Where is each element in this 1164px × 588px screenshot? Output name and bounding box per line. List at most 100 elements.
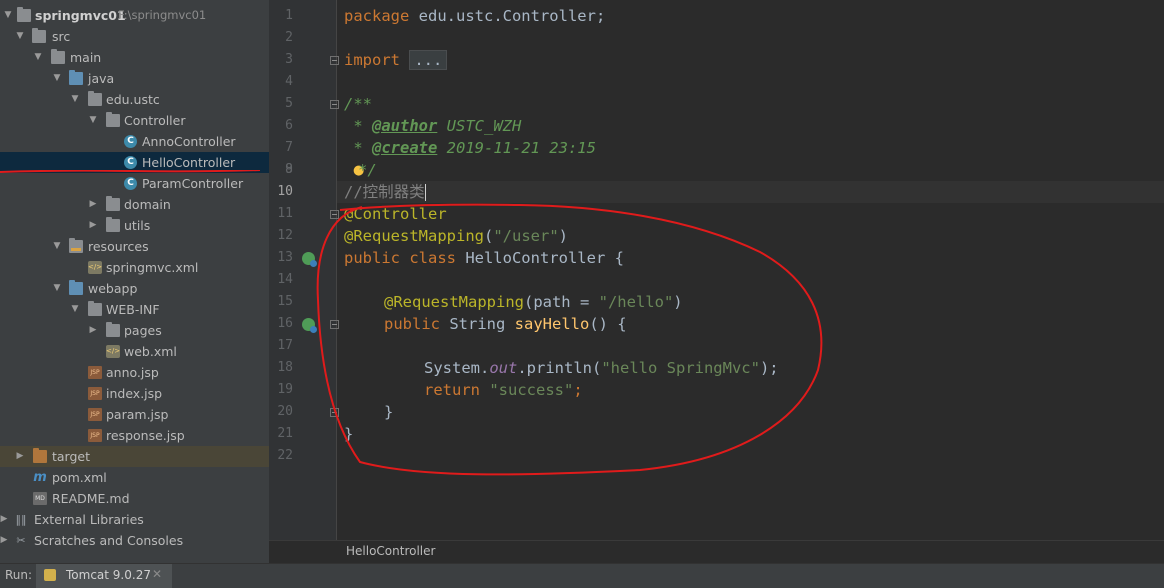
line-number-9: 9	[285, 162, 293, 177]
web-folder-icon	[69, 280, 83, 295]
line-number: 13	[277, 250, 293, 265]
tree-item-external-libraries[interactable]: ▶ ‖‖ External Libraries	[0, 509, 269, 530]
folded-imports[interactable]: ...	[409, 50, 448, 70]
line-number: 2	[285, 30, 293, 45]
class-icon: C	[124, 177, 137, 190]
chevron-right-icon[interactable]: ▶	[88, 194, 98, 215]
tree-item-scratches[interactable]: ▶ ✂ Scratches and Consoles	[0, 530, 269, 551]
tree-item-response-jsp[interactable]: JSP response.jsp	[0, 425, 269, 446]
chevron-down-icon[interactable]: ▼	[52, 236, 62, 257]
breadcrumb: HelloController	[269, 540, 1164, 564]
code-line-19: return "success";	[424, 381, 583, 399]
tree-item-webapp[interactable]: ▼ webapp	[0, 278, 269, 299]
tree-item-anno-controller[interactable]: C AnnoController	[0, 131, 269, 152]
code-line-10: //控制器类	[344, 183, 426, 201]
code-line-18: System.out.println("hello SpringMvc");	[424, 359, 779, 377]
tree-item-param-controller[interactable]: C ParamController	[0, 173, 269, 194]
chevron-right-icon[interactable]: ▶	[88, 215, 98, 236]
run-tool-bar: Run: Tomcat 9.0.27 ✕	[0, 563, 1164, 588]
folder-icon	[106, 322, 120, 337]
tree-item-readme[interactable]: MD README.md	[0, 488, 269, 509]
code-line-6: /**	[344, 95, 372, 113]
chevron-right-icon[interactable]: ▶	[0, 509, 9, 530]
project-tree[interactable]: ▼ springmvc01 F:\springmvc01 ▼ src ▼ mai…	[0, 0, 269, 563]
line-number: 12	[277, 228, 293, 243]
line-number: 20	[277, 404, 293, 419]
tomcat-icon	[44, 569, 56, 581]
run-tab-label: Tomcat 9.0.27	[66, 568, 151, 582]
spring-bean-icon[interactable]	[302, 252, 317, 267]
code-line-21: }	[344, 425, 354, 443]
package-icon	[106, 217, 120, 232]
chevron-right-icon[interactable]: ▶	[15, 446, 25, 467]
tree-item-src[interactable]: ▼ src	[0, 26, 269, 47]
project-name: springmvc01	[35, 8, 126, 23]
tree-item-anno-jsp[interactable]: JSP anno.jsp	[0, 362, 269, 383]
chevron-down-icon[interactable]: ▼	[70, 299, 80, 320]
code-line-7: * @author USTC_WZH	[344, 117, 522, 135]
tree-item-main[interactable]: ▼ main	[0, 47, 269, 68]
run-tab-tomcat[interactable]: Tomcat 9.0.27 ✕	[36, 564, 172, 588]
request-mapping-icon[interactable]	[302, 318, 317, 333]
jsp-file-icon: JSP	[88, 408, 102, 421]
tree-item-resources[interactable]: ▼ resources	[0, 236, 269, 257]
line-number: 5	[285, 96, 293, 111]
tree-item-java[interactable]: ▼ java	[0, 68, 269, 89]
line-number: 22	[277, 448, 293, 463]
folder-icon	[51, 49, 65, 64]
line-number: 1	[285, 8, 293, 23]
chevron-down-icon[interactable]: ▼	[52, 68, 62, 89]
tree-item-domain[interactable]: ▶ domain	[0, 194, 269, 215]
code-editor[interactable]: package edu.ustc.Controller; import ... …	[344, 0, 1164, 540]
fold-toggle-icon[interactable]	[330, 100, 339, 109]
fold-toggle-icon[interactable]	[330, 320, 339, 329]
line-number: 15	[277, 294, 293, 309]
tree-item-edu-ustc[interactable]: ▼ edu.ustc	[0, 89, 269, 110]
tree-item-target[interactable]: ▶ target	[0, 446, 269, 467]
line-number: 11	[277, 206, 293, 221]
excluded-folder-icon	[33, 448, 47, 463]
tree-item-pages[interactable]: ▶ pages	[0, 320, 269, 341]
chevron-right-icon[interactable]: ▶	[0, 530, 9, 551]
tree-item-controller-package[interactable]: ▼ Controller	[0, 110, 269, 131]
code-line-1: package edu.ustc.Controller;	[344, 7, 606, 25]
tree-item-pom-xml[interactable]: m pom.xml	[0, 467, 269, 488]
tree-item-index-jsp[interactable]: JSP index.jsp	[0, 383, 269, 404]
package-icon	[88, 91, 102, 106]
chevron-down-icon[interactable]: ▼	[33, 47, 43, 68]
text-caret	[424, 184, 426, 201]
chevron-down-icon[interactable]: ▼	[88, 110, 98, 131]
line-number: 18	[277, 360, 293, 375]
line-number: 17	[277, 338, 293, 353]
close-icon[interactable]: ✕	[152, 567, 162, 581]
tree-item-springmvc-xml[interactable]: </> springmvc.xml	[0, 257, 269, 278]
maven-icon: m	[33, 470, 47, 485]
chevron-down-icon[interactable]: ▼	[52, 278, 62, 299]
chevron-down-icon[interactable]: ▼	[15, 26, 25, 47]
chevron-down-icon[interactable]: ▼	[3, 5, 13, 26]
jsp-file-icon: JSP	[88, 387, 102, 400]
chevron-right-icon[interactable]: ▶	[88, 320, 98, 341]
code-line-16: public String sayHello() {	[384, 315, 627, 333]
tree-item-utils[interactable]: ▶ utils	[0, 215, 269, 236]
breadcrumb-class[interactable]: HelloController	[346, 544, 435, 558]
chevron-down-icon[interactable]: ▼	[70, 89, 80, 110]
line-number: 21	[277, 426, 293, 441]
code-line-15: @RequestMapping(path = "/hello")	[384, 293, 683, 311]
fold-toggle-icon[interactable]	[330, 408, 339, 417]
package-icon	[106, 196, 120, 211]
tree-item-project-root[interactable]: ▼ springmvc01 F:\springmvc01	[0, 5, 269, 26]
resources-folder-icon	[69, 238, 83, 253]
code-line-3: import ...	[344, 49, 448, 71]
line-number: 16	[277, 316, 293, 331]
code-line-8: * @create 2019-11-21 23:15	[344, 139, 596, 157]
tree-item-web-inf[interactable]: ▼ WEB-INF	[0, 299, 269, 320]
code-line-11: @Controller	[344, 205, 447, 223]
fold-toggle-icon[interactable]	[330, 56, 339, 65]
package-icon	[106, 112, 120, 127]
gutter-divider	[336, 0, 337, 540]
tree-item-param-jsp[interactable]: JSP param.jsp	[0, 404, 269, 425]
tree-item-web-xml[interactable]: </> web.xml	[0, 341, 269, 362]
code-line-12: @RequestMapping("/user")	[344, 227, 568, 245]
fold-toggle-icon[interactable]	[330, 210, 339, 219]
